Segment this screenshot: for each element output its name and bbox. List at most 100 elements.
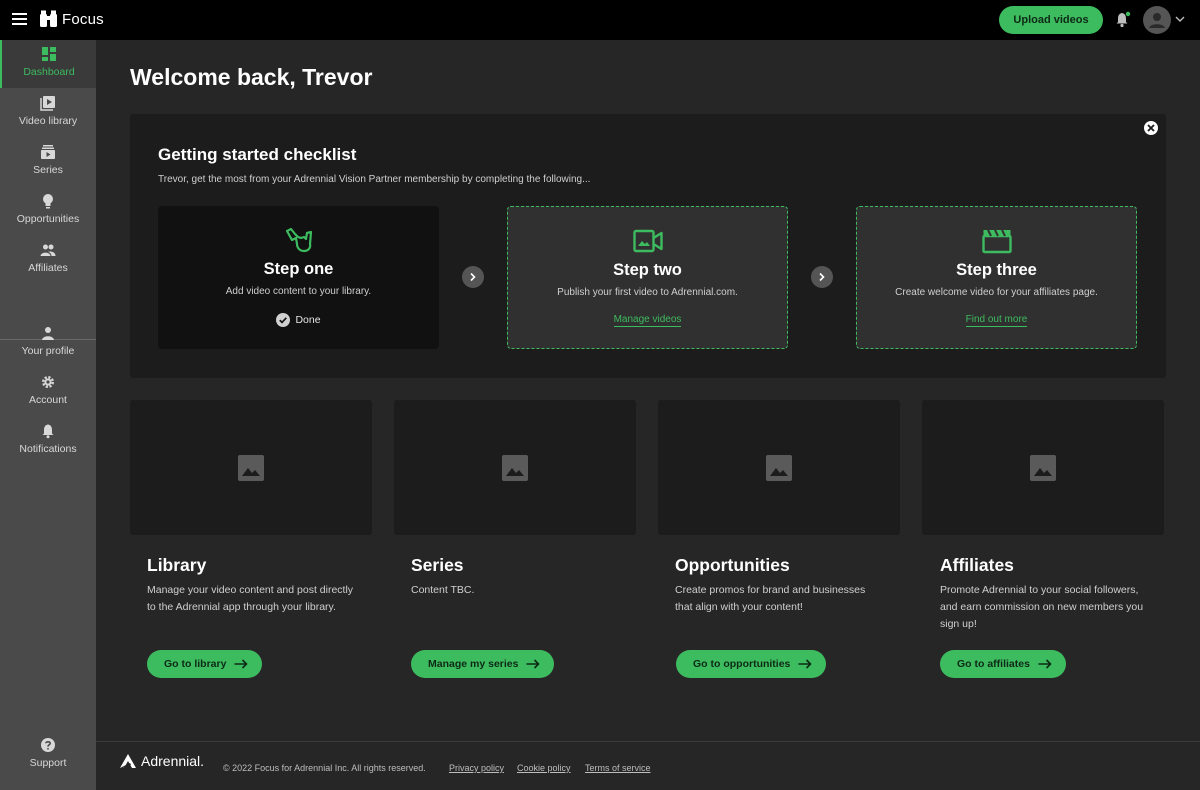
- step-next-arrow[interactable]: [811, 266, 833, 288]
- sidebar-item-label: Video library: [18, 115, 78, 127]
- page-title: Welcome back, Trevor: [130, 64, 373, 90]
- card-title: Library: [147, 555, 207, 575]
- hamburger-menu-icon[interactable]: [12, 13, 27, 25]
- arrow-right-icon: [1038, 659, 1052, 669]
- button-label: Manage my series: [428, 658, 519, 670]
- adrennial-logo[interactable]: Adrennial.: [119, 753, 204, 769]
- card-description: Content TBC.: [411, 584, 475, 596]
- opportunities-card-image: [658, 400, 900, 535]
- sidebar-item-label: Support: [29, 757, 67, 769]
- manage-videos-link[interactable]: Manage videos: [613, 314, 682, 327]
- step-done-status: Done: [276, 313, 321, 327]
- button-label: Go to affiliates: [957, 658, 1030, 670]
- shaka-hand-icon: [285, 227, 312, 253]
- find-out-more-link[interactable]: Find out more: [965, 314, 1028, 327]
- step-three-card: Step three Create welcome video for your…: [856, 206, 1137, 349]
- step-name: Step three: [956, 261, 1037, 279]
- sidebar: Dashboard Video library Series Opportuni…: [0, 40, 96, 790]
- user-avatar[interactable]: [1143, 6, 1171, 34]
- video-camera-icon: [632, 229, 663, 253]
- step-description: Publish your first video to Adrennial.co…: [557, 287, 738, 298]
- arrow-right-icon: [798, 659, 813, 669]
- people-icon: [40, 244, 56, 256]
- step-status-label: Done: [295, 314, 321, 326]
- notification-bell-icon[interactable]: [1115, 11, 1131, 28]
- sidebar-item-label: Dashboard: [23, 66, 75, 78]
- sidebar-item-series[interactable]: Series: [0, 138, 96, 186]
- copyright-text: © 2022 Focus for Adrennial Inc. All righ…: [223, 763, 426, 773]
- step-description: Add video content to your library.: [225, 286, 372, 297]
- step-two-card: Step two Publish your first video to Adr…: [507, 206, 788, 349]
- cookie-policy-link[interactable]: Cookie policy: [517, 763, 571, 773]
- chevron-right-icon: [819, 272, 825, 282]
- terms-of-service-link[interactable]: Terms of service: [585, 763, 651, 773]
- image-placeholder-icon: [502, 454, 528, 481]
- getting-started-checklist: Getting started checklist Trevor, get th…: [130, 114, 1166, 378]
- chevron-right-icon: [470, 272, 476, 282]
- person-icon: [42, 327, 54, 340]
- sidebar-item-label: Affiliates: [28, 262, 68, 274]
- card-title: Opportunities: [675, 555, 790, 575]
- checklist-subtitle: Trevor, get the most from your Adrennial…: [158, 174, 591, 185]
- footer-brand: Adrennial.: [141, 753, 205, 769]
- series-card-image: [394, 400, 636, 535]
- sidebar-item-dashboard[interactable]: Dashboard: [0, 40, 96, 88]
- sidebar-item-video-library[interactable]: Video library: [0, 89, 96, 137]
- sidebar-item-label: Series: [33, 164, 63, 176]
- sidebar-item-your-profile[interactable]: Your profile: [0, 319, 96, 367]
- lightbulb-icon: [43, 194, 53, 209]
- check-circle-icon: [276, 313, 291, 327]
- sidebar-item-label: Notifications: [19, 443, 77, 455]
- video-library-icon: [40, 96, 55, 111]
- person-icon: [1149, 13, 1165, 28]
- sidebar-item-affiliates[interactable]: Affiliates: [0, 236, 96, 284]
- step-name: Step two: [613, 261, 682, 279]
- sidebar-item-opportunities[interactable]: Opportunities: [0, 187, 96, 235]
- clapperboard-icon: [981, 229, 1012, 254]
- card-description: Promote Adrennial to your social followe…: [940, 584, 1144, 630]
- go-to-affiliates-button[interactable]: Go to affiliates: [940, 650, 1066, 678]
- image-placeholder-icon: [766, 454, 792, 481]
- adrennial-logo-icon: [120, 754, 136, 768]
- series-icon: [41, 145, 55, 159]
- manage-my-series-button[interactable]: Manage my series: [411, 650, 555, 678]
- upload-videos-button[interactable]: Upload videos: [999, 6, 1103, 34]
- gear-icon: [41, 375, 55, 389]
- sidebar-item-label: Your profile: [21, 345, 75, 357]
- binoculars-icon: [40, 10, 57, 27]
- card-description: Manage your video content and post direc…: [147, 584, 354, 613]
- card-title: Affiliates: [940, 555, 1014, 575]
- privacy-policy-link[interactable]: Privacy policy: [449, 763, 504, 773]
- help-icon: [41, 738, 55, 752]
- step-name: Step one: [263, 260, 334, 278]
- card-title: Series: [411, 555, 464, 575]
- dashboard-icon: [42, 47, 56, 61]
- go-to-library-button[interactable]: Go to library: [147, 650, 263, 678]
- app-name: Focus: [62, 10, 104, 28]
- arrow-right-icon: [234, 659, 249, 669]
- arrow-right-icon: [526, 659, 541, 669]
- step-next-arrow[interactable]: [462, 266, 484, 288]
- go-to-opportunities-button[interactable]: Go to opportunities: [676, 650, 827, 678]
- sidebar-item-label: Account: [29, 394, 67, 406]
- image-placeholder-icon: [1030, 454, 1056, 481]
- button-label: Go to library: [164, 658, 227, 670]
- app-logo[interactable]: Focus: [39, 10, 104, 28]
- library-card-image: [130, 400, 372, 535]
- button-label: Go to opportunities: [693, 658, 791, 670]
- sidebar-item-account[interactable]: Account: [0, 368, 96, 416]
- bell-icon: [42, 424, 54, 439]
- image-placeholder-icon: [238, 454, 264, 481]
- affiliates-card-image: [922, 400, 1164, 535]
- sidebar-item-notifications[interactable]: Notifications: [0, 417, 96, 465]
- card-description: Create promos for brand and businesses t…: [675, 584, 866, 613]
- step-description: Create welcome video for your affiliates…: [895, 287, 1098, 298]
- top-bar: Focus Upload videos: [0, 0, 1200, 40]
- checklist-title: Getting started checklist: [158, 145, 357, 164]
- step-one-card: Step one Add video content to your libra…: [158, 206, 439, 349]
- close-icon[interactable]: [1144, 121, 1158, 135]
- sidebar-item-support[interactable]: Support: [0, 731, 96, 779]
- chevron-down-icon[interactable]: [1175, 15, 1185, 23]
- sidebar-item-label: Opportunities: [16, 213, 80, 225]
- footer: Adrennial. © 2022 Focus for Adrennial In…: [96, 741, 1200, 790]
